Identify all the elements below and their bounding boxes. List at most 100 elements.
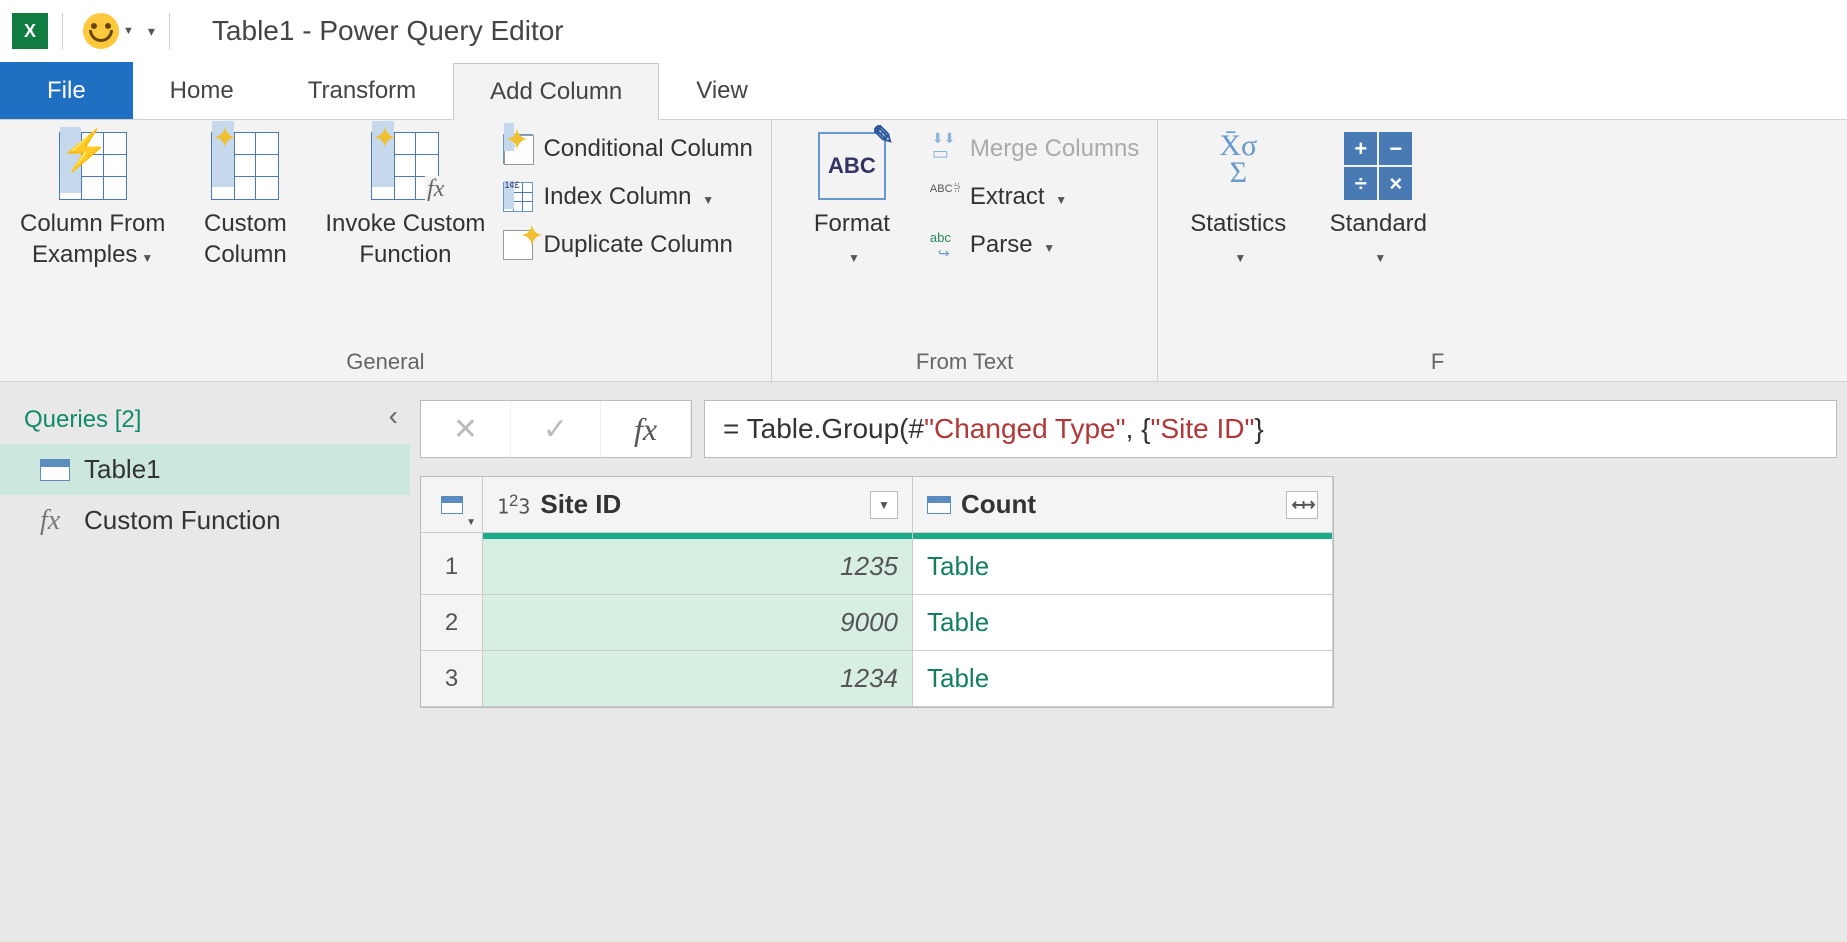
content-area: ‹ Queries [2] Table1 fx Custom Function … xyxy=(0,382,1847,942)
standard-button[interactable]: +−÷× Standard▼ xyxy=(1308,126,1448,276)
merge-columns-button[interactable]: Merge Columns xyxy=(922,130,1147,168)
table-options-button[interactable]: ▼ xyxy=(421,477,483,533)
query-name: Table1 xyxy=(84,454,161,485)
column-header-site-id[interactable]: 123 Site ID ▼ xyxy=(483,477,913,533)
label: Conditional Column xyxy=(543,135,752,163)
cell-count[interactable]: Table xyxy=(913,651,1333,707)
data-preview-grid: ▼ 123 Site ID ▼ Count ↤↦ xyxy=(420,476,1334,708)
custom-column-icon xyxy=(211,132,279,200)
query-item-custom-function[interactable]: fx Custom Function xyxy=(0,495,410,546)
number-type-icon: 123 xyxy=(497,491,530,519)
label: Column From Examples▼ xyxy=(20,208,165,270)
formula-fx-button[interactable]: fx xyxy=(601,401,691,457)
table-row[interactable]: 3 1234 Table xyxy=(421,651,1333,707)
table-icon xyxy=(40,459,70,481)
feedback-dropdown-icon[interactable]: ▼ xyxy=(123,25,134,37)
label: Custom Column xyxy=(204,208,287,270)
window-title: Table1 - Power Query Editor xyxy=(212,15,564,47)
statistics-icon: X̄σΣ xyxy=(1204,132,1272,200)
tab-transform[interactable]: Transform xyxy=(271,62,453,119)
duplicate-column-icon xyxy=(503,230,533,260)
filter-dropdown-icon[interactable]: ▼ xyxy=(870,491,898,519)
conditional-column-button[interactable]: Conditional Column xyxy=(495,130,760,168)
label: Invoke Custom Function xyxy=(325,208,485,270)
row-number: 1 xyxy=(421,539,483,595)
separator xyxy=(169,13,170,49)
label: Duplicate Column xyxy=(543,231,732,259)
group-label: From Text xyxy=(782,343,1147,381)
group-label-partial: F xyxy=(1168,343,1448,381)
index-column-icon xyxy=(503,182,533,212)
cell-site-id[interactable]: 1235 xyxy=(483,539,913,595)
format-icon: ABC xyxy=(818,132,886,200)
parse-icon xyxy=(930,230,960,260)
formula-bar: ✕ ✓ fx = Table.Group(#"Changed Type", {"… xyxy=(420,400,1837,458)
row-number: 2 xyxy=(421,595,483,651)
collapse-pane-icon[interactable]: ‹ xyxy=(389,400,398,432)
table-row[interactable]: 2 9000 Table xyxy=(421,595,1333,651)
duplicate-column-button[interactable]: Duplicate Column xyxy=(495,226,760,264)
index-column-button[interactable]: Index Column ▼ xyxy=(495,178,760,216)
feedback-smiley-icon[interactable] xyxy=(83,13,119,49)
expand-column-icon[interactable]: ↤↦ xyxy=(1286,491,1318,519)
dropdown-icon: ▼ xyxy=(702,193,714,207)
column-header-count[interactable]: Count ↤↦ xyxy=(913,477,1333,533)
column-from-examples-icon xyxy=(59,132,127,200)
title-bar: X ▼ ▾ Table1 - Power Query Editor xyxy=(0,0,1847,62)
group-label: General xyxy=(10,343,761,381)
invoke-custom-function-button[interactable]: fx Invoke Custom Function xyxy=(315,126,495,276)
extract-button[interactable]: Extract ▼ xyxy=(922,178,1147,216)
formula-input[interactable]: = Table.Group(#"Changed Type", {"Site ID… xyxy=(704,400,1837,458)
tab-add-column[interactable]: Add Column xyxy=(453,63,659,120)
query-item-table1[interactable]: Table1 xyxy=(0,444,410,495)
ribbon-tabs: File Home Transform Add Column View xyxy=(0,62,1847,120)
custom-column-button[interactable]: Custom Column xyxy=(175,126,315,276)
header-row: ▼ 123 Site ID ▼ Count ↤↦ xyxy=(421,477,1333,533)
cell-site-id[interactable]: 9000 xyxy=(483,595,913,651)
dropdown-icon: ▼ xyxy=(141,251,153,265)
queries-pane: ‹ Queries [2] Table1 fx Custom Function xyxy=(0,382,410,942)
tab-file[interactable]: File xyxy=(0,62,133,119)
tab-view[interactable]: View xyxy=(659,62,785,119)
cell-site-id[interactable]: 1234 xyxy=(483,651,913,707)
main-pane: ✕ ✓ fx = Table.Group(#"Changed Type", {"… xyxy=(410,382,1847,942)
formula-accept-button[interactable]: ✓ xyxy=(511,401,601,457)
column-from-examples-button[interactable]: Column From Examples▼ xyxy=(10,126,175,276)
ribbon-group-from-number: X̄σΣ Statistics▼ +−÷× Standard▼ F xyxy=(1158,120,1458,381)
ribbon-group-general: Column From Examples▼ Custom Column fx I… xyxy=(0,120,772,381)
merge-columns-icon xyxy=(930,134,960,164)
ribbon-group-from-text: ABC Format▼ Merge Columns Extract ▼ Pars… xyxy=(772,120,1158,381)
conditional-column-icon xyxy=(503,134,533,164)
table-type-icon xyxy=(927,496,951,514)
qat-customize-icon[interactable]: ▾ xyxy=(148,23,155,40)
label: Merge Columns xyxy=(970,135,1139,163)
parse-button[interactable]: Parse ▼ xyxy=(922,226,1147,264)
label: Extract ▼ xyxy=(970,183,1067,211)
dropdown-icon: ▼ xyxy=(1234,251,1246,265)
label: Format▼ xyxy=(814,208,890,270)
cell-count[interactable]: Table xyxy=(913,595,1333,651)
label: Standard▼ xyxy=(1330,208,1427,270)
format-button[interactable]: ABC Format▼ xyxy=(782,126,922,276)
dropdown-icon: ▼ xyxy=(466,517,476,528)
dropdown-icon: ▼ xyxy=(848,251,860,265)
dropdown-icon: ▼ xyxy=(1043,241,1055,255)
extract-icon xyxy=(930,182,960,212)
excel-logo-icon: X xyxy=(12,13,48,49)
statistics-button[interactable]: X̄σΣ Statistics▼ xyxy=(1168,126,1308,276)
separator xyxy=(62,13,63,49)
formula-cancel-button[interactable]: ✕ xyxy=(421,401,511,457)
formula-buttons: ✕ ✓ fx xyxy=(420,400,692,458)
fx-icon: fx xyxy=(40,510,70,532)
label: Index Column ▼ xyxy=(543,183,714,211)
dropdown-icon: ▼ xyxy=(1374,251,1386,265)
row-number: 3 xyxy=(421,651,483,707)
tab-home[interactable]: Home xyxy=(133,62,271,119)
standard-icon: +−÷× xyxy=(1344,132,1412,200)
query-name: Custom Function xyxy=(84,505,281,536)
table-row[interactable]: 1 1235 Table xyxy=(421,539,1333,595)
queries-header: Queries [2] xyxy=(0,400,410,444)
column-name: Site ID xyxy=(540,489,621,520)
table-icon xyxy=(441,496,463,514)
cell-count[interactable]: Table xyxy=(913,539,1333,595)
